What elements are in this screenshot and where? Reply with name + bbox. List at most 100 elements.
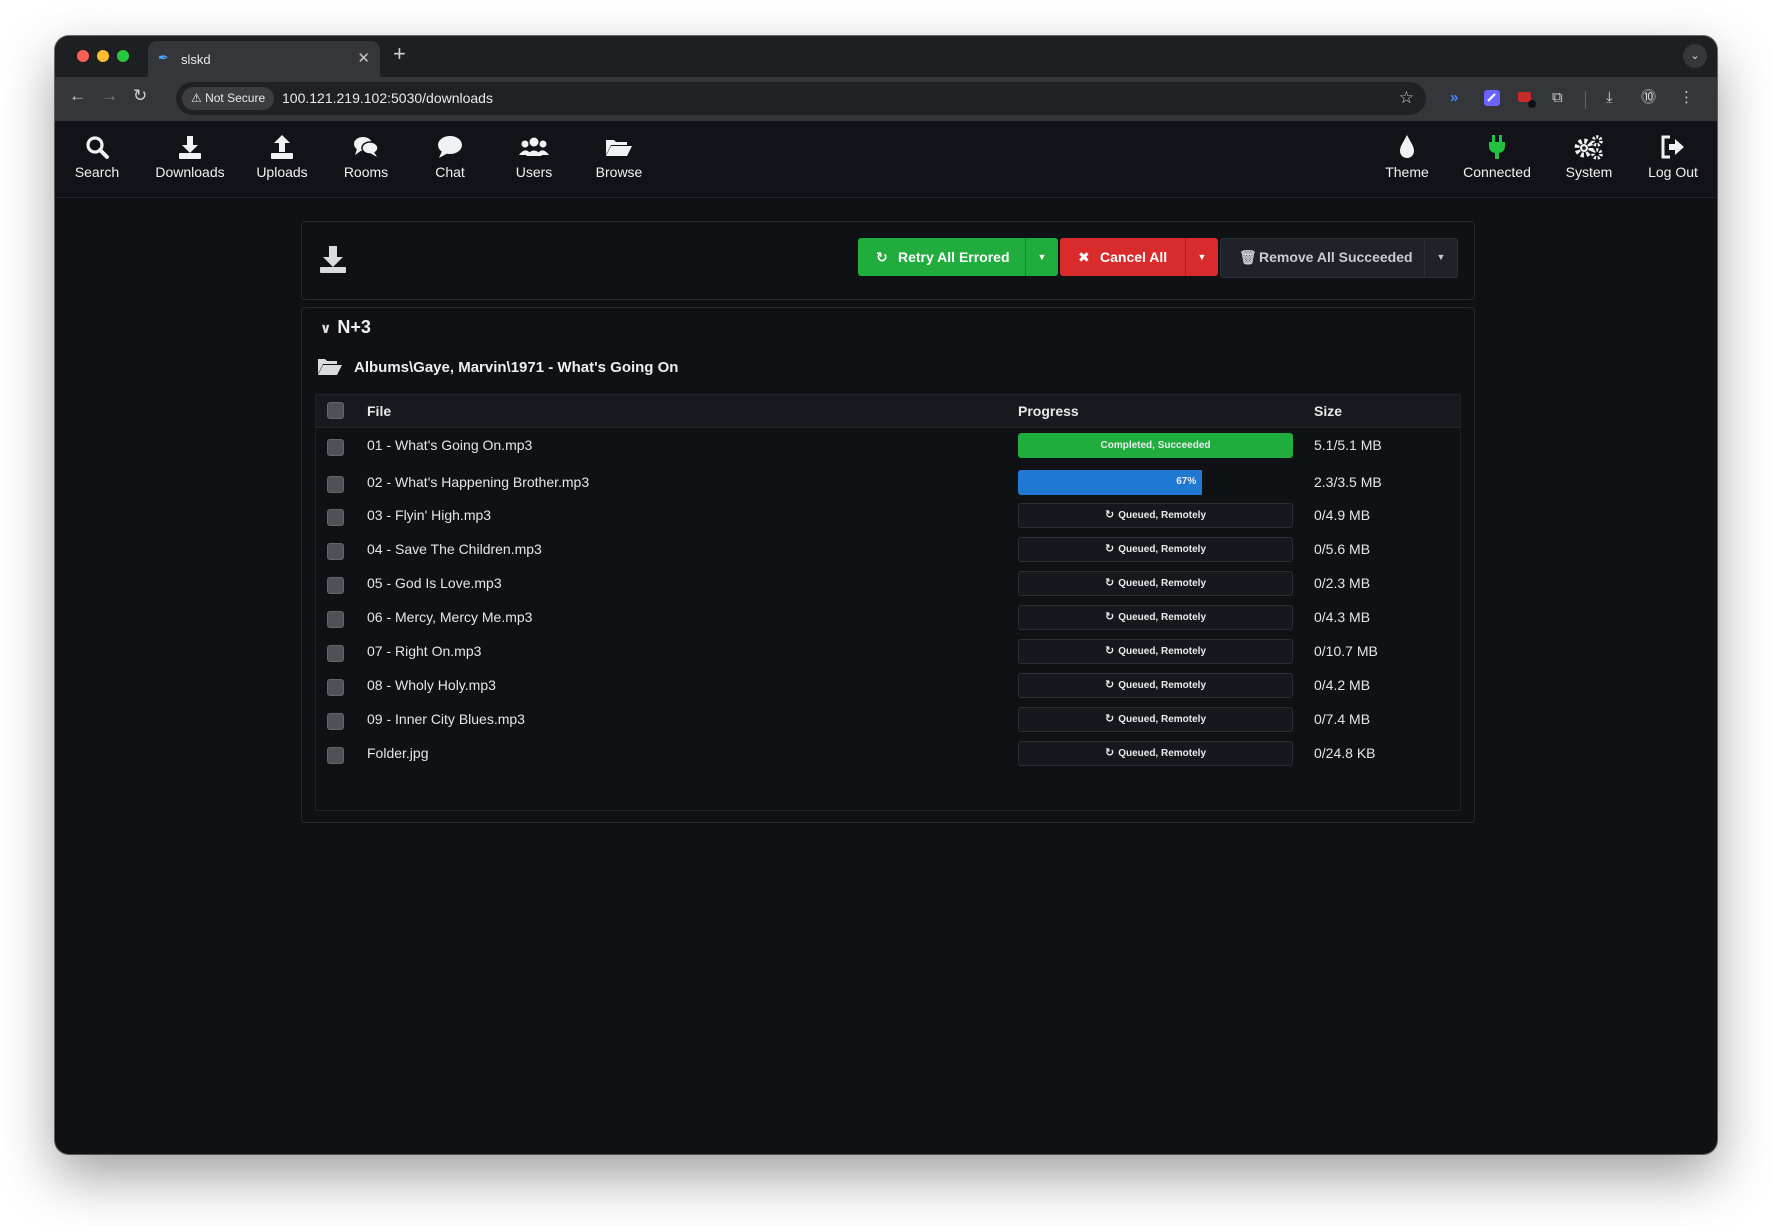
file-size: 2.3/3.5 MB <box>1314 474 1382 490</box>
nav-browse[interactable]: Browse <box>574 121 664 197</box>
row-checkbox[interactable] <box>327 509 344 526</box>
progress-label: 67% <box>1176 476 1197 487</box>
file-name: Folder.jpg <box>367 745 429 761</box>
cancel-all-button[interactable]: ✖ Cancel All ▼ <box>1060 238 1218 276</box>
progress-label: Queued, Remotely <box>1118 544 1207 555</box>
extension-icon[interactable] <box>1483 89 1501 107</box>
retry-all-errored-button[interactable]: ↻ Retry All Errored ▼ <box>858 238 1058 276</box>
nav-users[interactable]: Users <box>489 121 579 197</box>
remove-all-succeeded-button[interactable]: 🗑 Remove All Succeeded ▼ <box>1220 238 1458 278</box>
progress-status: Completed, Succeeded <box>1019 434 1292 457</box>
file-name: 01 - What's Going On.mp3 <box>367 437 533 453</box>
extensions-puzzle-icon[interactable]: ⧉ <box>1552 88 1563 108</box>
minimize-window-button[interactable] <box>97 50 109 62</box>
not-secure-label: Not Secure <box>205 91 266 105</box>
column-header-file: File <box>367 403 392 419</box>
sync-icon: ↻ <box>1104 645 1115 657</box>
browser-menu-icon[interactable]: ⋮ <box>1679 88 1694 108</box>
address-bar[interactable]: ⚠ Not Secure 100.121.219.102:5030/downlo… <box>176 82 1426 115</box>
table-row[interactable]: 06 - Mercy, Mercy Me.mp3 ↻ Queued, Remotel… <box>316 600 1460 638</box>
nav-label: Search <box>74 164 120 180</box>
table-row[interactable]: 08 - Wholy Holy.mp3 ↻ Queued, Remotely 0/4.… <box>316 668 1460 706</box>
nav-logout[interactable]: Log Out <box>1628 121 1717 197</box>
close-tab-icon[interactable]: ✕ <box>357 49 370 67</box>
tab-search-dropdown-icon[interactable]: ⌄ <box>1683 44 1707 68</box>
extension-icon[interactable]: » <box>1450 88 1458 108</box>
column-header-progress: Progress <box>1018 403 1079 419</box>
progress-bar: ↻ Queued, Remotely <box>1018 639 1293 664</box>
progress-label: Queued, Remotely <box>1118 510 1207 521</box>
nav-label: Rooms <box>343 164 389 180</box>
close-window-button[interactable] <box>77 50 89 62</box>
table-row[interactable]: 09 - Inner City Blues.mp3 ↻ Queued, Remote… <box>316 702 1460 740</box>
table-row[interactable]: 01 - What's Going On.mp3 Completed, Succe… <box>316 428 1460 466</box>
nav-label: Downloads <box>155 164 225 180</box>
retry-all-errored-label: Retry All Errored <box>898 249 1010 265</box>
nav-uploads[interactable]: Uploads <box>237 121 327 197</box>
sync-icon: ↻ <box>1104 679 1115 691</box>
progress-label: Queued, Remotely <box>1118 612 1207 623</box>
nav-rooms[interactable]: Rooms <box>321 121 411 197</box>
back-arrow-icon[interactable]: ← <box>69 86 86 106</box>
nav-theme[interactable]: Theme <box>1362 121 1452 197</box>
row-checkbox[interactable] <box>327 476 344 493</box>
progress-label: Queued, Remotely <box>1118 680 1207 691</box>
extension-icon[interactable] <box>1517 89 1537 109</box>
row-checkbox[interactable] <box>327 679 344 696</box>
forward-arrow-icon[interactable]: → <box>101 86 118 106</box>
row-checkbox[interactable] <box>327 645 344 662</box>
progress-bar: ↻ Queued, Remotely <box>1018 537 1293 562</box>
row-checkbox[interactable] <box>327 543 344 560</box>
file-name: 02 - What's Happening Brother.mp3 <box>367 474 590 490</box>
app-navigation: Search Downloads Uploads Rooms Chat User… <box>55 121 1717 198</box>
folder-open-icon <box>606 140 632 156</box>
nav-label: Chat <box>435 164 465 180</box>
sync-icon: ↻ <box>1104 509 1115 521</box>
username: N+3 <box>337 317 371 337</box>
url-text[interactable]: 100.121.219.102:5030/downloads <box>282 90 493 106</box>
table-row[interactable]: 03 - Flyin' High.mp3 ↻ Queued, Remotely 0/4… <box>316 498 1460 536</box>
remove-all-succeeded-label: Remove All Succeeded <box>1259 249 1413 265</box>
row-checkbox[interactable] <box>327 747 344 764</box>
download-icon <box>320 246 346 273</box>
user-header[interactable]: ∨ N+3 <box>320 316 371 339</box>
sync-icon: ↻ <box>1104 747 1115 759</box>
nav-chat[interactable]: Chat <box>405 121 495 197</box>
bookmark-star-icon[interactable]: ☆ <box>1399 88 1414 108</box>
file-name: 09 - Inner City Blues.mp3 <box>367 711 525 727</box>
download-tray-icon[interactable]: ⤓ <box>1606 88 1613 108</box>
select-all-checkbox[interactable] <box>327 402 344 419</box>
table-row[interactable]: 04 - Save The Children.mp3 ↻ Queued, Remot… <box>316 532 1460 570</box>
progress-bar: ↻ Queued, Remotely <box>1018 503 1293 528</box>
table-row[interactable]: 07 - Right On.mp3 ↻ Queued, Remotely 0/10.7… <box>316 634 1460 672</box>
not-secure-badge[interactable]: ⚠ Not Secure <box>182 87 275 110</box>
table-row[interactable]: Folder.jpg ↻ Queued, Remotely 0/24.8 KB <box>316 736 1460 774</box>
user-transfer-group: ∨ N+3 Albums\Gaye, Marvin\1971 - What's G… <box>301 307 1475 823</box>
tab-strip: ✒ slskd ✕ + ⌄ <box>55 36 1717 77</box>
row-checkbox[interactable] <box>327 577 344 594</box>
table-row[interactable]: 05 - God Is Love.mp3 ↻ Queued, Remotely 0/2… <box>316 566 1460 604</box>
nav-downloads[interactable]: Downloads <box>145 121 235 197</box>
maximize-window-button[interactable] <box>117 50 129 62</box>
reload-icon[interactable]: ↻ <box>133 86 147 106</box>
file-name: 03 - Flyin' High.mp3 <box>367 507 492 523</box>
new-tab-icon[interactable]: + <box>393 43 406 65</box>
profile-icon[interactable]: ⓾ <box>1641 88 1656 108</box>
retry-dropdown-caret-icon[interactable]: ▼ <box>1025 238 1058 276</box>
chevron-down-icon[interactable]: ∨ <box>320 317 331 339</box>
progress-status: ↻ Queued, Remotely <box>1019 674 1292 697</box>
file-table: File Progress Size 01 - What's Going On.… <box>315 394 1461 811</box>
nav-system[interactable]: System <box>1544 121 1634 197</box>
row-checkbox[interactable] <box>327 439 344 456</box>
nav-search[interactable]: Search <box>55 121 142 197</box>
row-checkbox[interactable] <box>327 611 344 628</box>
browser-tab[interactable]: ✒ slskd ✕ <box>148 41 380 77</box>
tint-icon <box>1400 135 1414 158</box>
nav-label: Theme <box>1385 164 1429 180</box>
progress-status: ↻ Queued, Remotely <box>1019 572 1292 595</box>
browser-toolbar: ← → ↻ ⚠ Not Secure 100.121.219.102:5030/… <box>55 77 1717 121</box>
row-checkbox[interactable] <box>327 713 344 730</box>
cancel-dropdown-caret-icon[interactable]: ▼ <box>1185 238 1218 276</box>
remove-dropdown-caret-icon[interactable]: ▼ <box>1424 239 1457 277</box>
nav-connected[interactable]: Connected <box>1452 121 1542 197</box>
